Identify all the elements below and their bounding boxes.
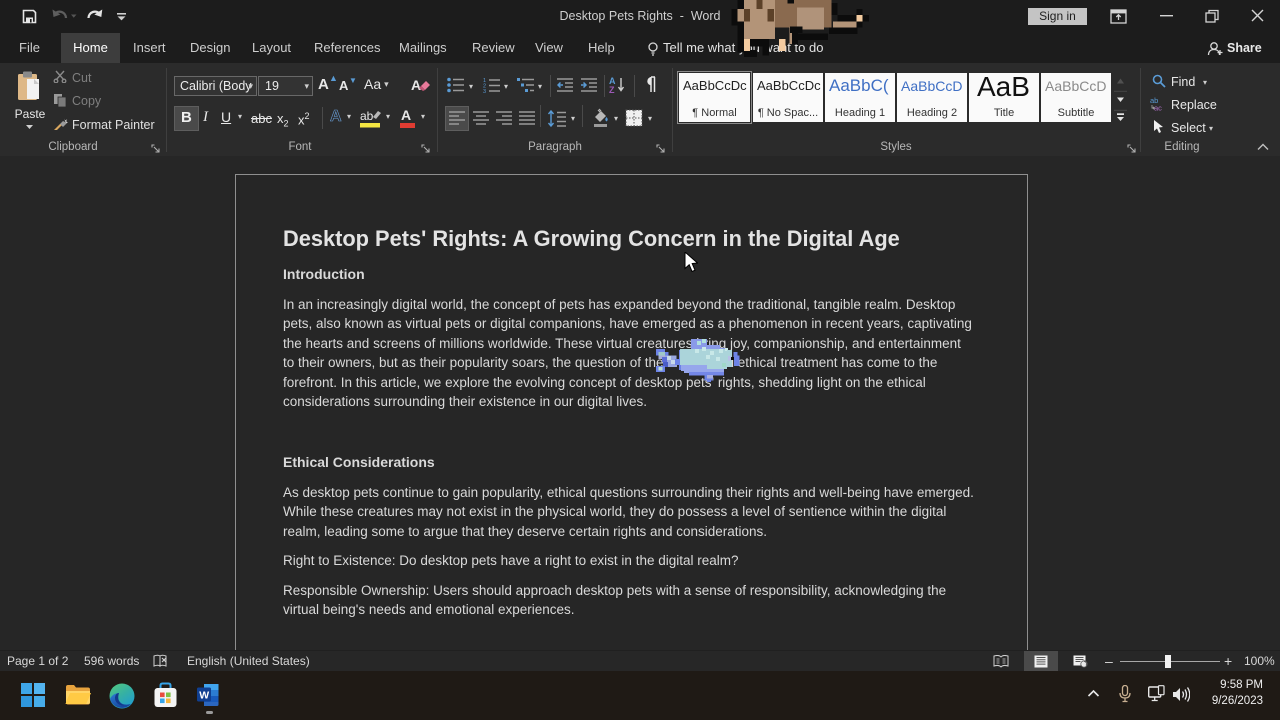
svg-text:A: A xyxy=(411,77,421,93)
svg-text:ac: ac xyxy=(1154,104,1162,112)
svg-text:3: 3 xyxy=(483,89,486,93)
svg-text:W: W xyxy=(199,690,209,702)
svg-text:ab: ab xyxy=(360,109,374,123)
svg-text:Z: Z xyxy=(609,85,615,94)
